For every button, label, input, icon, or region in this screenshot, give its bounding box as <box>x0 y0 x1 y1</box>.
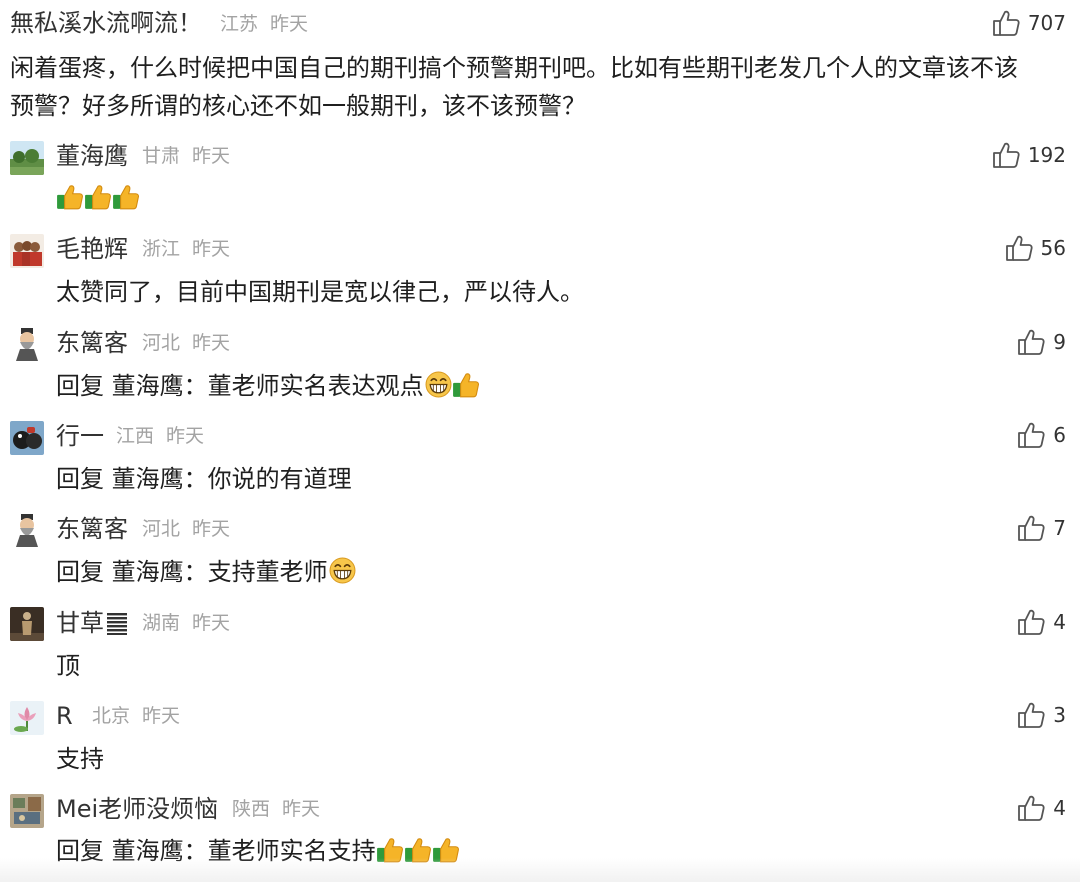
reply-time: 昨天 <box>192 145 231 167</box>
group-photo-avatar[interactable] <box>10 234 44 268</box>
thumbs-up-outline-icon <box>1017 514 1045 542</box>
reply-like-button[interactable]: 4 <box>1017 793 1066 823</box>
reply-item: 东篱客 河北 昨天 9 回复 董海鹰：董老师实名表达观点 <box>0 325 1080 409</box>
reply-like-count: 192 <box>1027 143 1066 167</box>
cartoon-avatar[interactable] <box>10 421 44 455</box>
reply-author-text: 甘草 <box>56 609 104 637</box>
reply-region: 甘肃 <box>142 145 181 167</box>
hexagram-icon <box>107 613 127 635</box>
reply-region: 陕西 <box>232 798 271 820</box>
reply-region: 北京 <box>92 705 131 727</box>
bottom-fade <box>0 858 1080 882</box>
reply-region: 湖南 <box>142 612 181 634</box>
main-comment-region: 江苏 <box>220 13 259 35</box>
reply-like-count: 6 <box>1053 423 1066 447</box>
reply-region: 河北 <box>142 518 181 540</box>
thumbs-up-outline-icon <box>1017 421 1045 449</box>
thumbs-up-outline-icon <box>1005 234 1033 262</box>
reply-text: 顶 <box>56 652 80 680</box>
grinning-emoji-icon <box>329 557 356 584</box>
thumbs-up-emoji-icon <box>84 183 112 211</box>
reply-author[interactable]: 行一 <box>56 421 104 451</box>
reply-text: 回复 董海鹰：你说的有道理 <box>56 465 352 493</box>
main-comment-time: 昨天 <box>270 13 309 35</box>
reply-text-content: 回复 董海鹰：支持董老师 <box>56 558 328 586</box>
thumbs-up-emoji-icon <box>112 183 140 211</box>
main-like-count: 707 <box>1027 11 1066 35</box>
thumbs-up-emoji-icon <box>452 371 480 399</box>
reply-like-button[interactable]: 6 <box>1017 420 1066 450</box>
reply-region: 浙江 <box>142 238 181 260</box>
reply-text <box>56 178 140 218</box>
painting-avatar[interactable] <box>10 794 44 828</box>
reply-author[interactable]: Mei老师没烦恼 <box>56 794 218 824</box>
main-comment: 無私溪水流啊流！ 江苏 昨天 707 闲着蛋疼，什么时候把中国自己的期刊搞个预警… <box>0 0 1080 130</box>
reply-text: 太赞同了，目前中国期刊是宽以律己，严以待人。 <box>56 278 584 306</box>
lotus-avatar[interactable] <box>10 701 44 735</box>
reply-like-button[interactable]: 3 <box>1017 700 1066 730</box>
landscape-avatar[interactable] <box>10 141 44 175</box>
thumbs-up-outline-icon <box>1017 328 1045 356</box>
reply-like-button[interactable]: 56 <box>1005 233 1066 263</box>
reply-like-button[interactable]: 192 <box>992 140 1066 170</box>
reply-author[interactable]: 毛艳辉 <box>56 234 128 264</box>
thumbs-up-outline-icon <box>1017 701 1045 729</box>
reply-author[interactable]: 东篱客 <box>56 514 128 544</box>
statue-avatar[interactable] <box>10 607 44 641</box>
reply-item: 东篱客 河北 昨天 7 回复 董海鹰：支持董老师 <box>0 511 1080 595</box>
reply-like-button[interactable]: 7 <box>1017 513 1066 543</box>
reply-time: 昨天 <box>192 332 231 354</box>
thumbs-up-outline-icon <box>1017 608 1045 636</box>
reply-region: 河北 <box>142 332 181 354</box>
thumbs-up-outline-icon <box>992 141 1020 169</box>
reply-time: 昨天 <box>142 705 181 727</box>
reply-like-count: 56 <box>1040 236 1066 260</box>
reply-text: 回复 董海鹰：董老师实名表达观点 <box>56 366 480 406</box>
reply-author[interactable]: R <box>56 701 73 731</box>
reply-like-count: 4 <box>1053 796 1066 820</box>
reply-author[interactable]: 董海鹰 <box>56 141 128 171</box>
reply-like-count: 9 <box>1053 330 1066 354</box>
reply-time: 昨天 <box>192 238 231 260</box>
reply-item: R 北京 昨天 3 支持 <box>0 698 1080 782</box>
main-comment-text-line1: 闲着蛋疼，什么时候把中国自己的期刊搞个预警期刊吧。比如有些期刊老发几个人的文章该… <box>10 54 1018 82</box>
reply-item: 甘草 湖南 昨天 4 顶 <box>0 605 1080 689</box>
reply-author[interactable]: 甘草 <box>56 608 128 638</box>
reply-like-count: 4 <box>1053 610 1066 634</box>
reply-text: 支持 <box>56 745 104 773</box>
reply-item: 董海鹰 甘肃 昨天 192 <box>0 138 1080 222</box>
thumbs-up-emoji-icon <box>56 183 84 211</box>
reply-text-content: 回复 董海鹰：董老师实名表达观点 <box>56 372 424 400</box>
sage-avatar[interactable] <box>10 513 44 547</box>
thumbs-up-outline-icon <box>992 9 1020 37</box>
reply-time: 昨天 <box>166 425 205 447</box>
reply-item: 行一 江西 昨天 6 回复 董海鹰：你说的有道理 <box>0 418 1080 502</box>
reply-text: 回复 董海鹰：支持董老师 <box>56 552 356 592</box>
reply-author[interactable]: 东篱客 <box>56 328 128 358</box>
thumbs-up-outline-icon <box>1017 794 1045 822</box>
grinning-emoji-icon <box>425 371 452 398</box>
reply-item: 毛艳辉 浙江 昨天 56 太赞同了，目前中国期刊是宽以律己，严以待人。 <box>0 231 1080 315</box>
reply-like-count: 3 <box>1053 703 1066 727</box>
reply-region: 江西 <box>116 425 155 447</box>
sage-avatar[interactable] <box>10 327 44 361</box>
reply-time: 昨天 <box>282 798 321 820</box>
main-comment-author[interactable]: 無私溪水流啊流！ <box>10 8 202 38</box>
reply-like-button[interactable]: 4 <box>1017 607 1066 637</box>
reply-time: 昨天 <box>192 518 231 540</box>
main-comment-text-line2: 预警？好多所谓的核心还不如一般期刊，该不该预警？ <box>10 92 586 120</box>
reply-like-count: 7 <box>1053 516 1066 540</box>
reply-like-button[interactable]: 9 <box>1017 327 1066 357</box>
reply-time: 昨天 <box>192 612 231 634</box>
main-like-button[interactable]: 707 <box>992 8 1066 38</box>
